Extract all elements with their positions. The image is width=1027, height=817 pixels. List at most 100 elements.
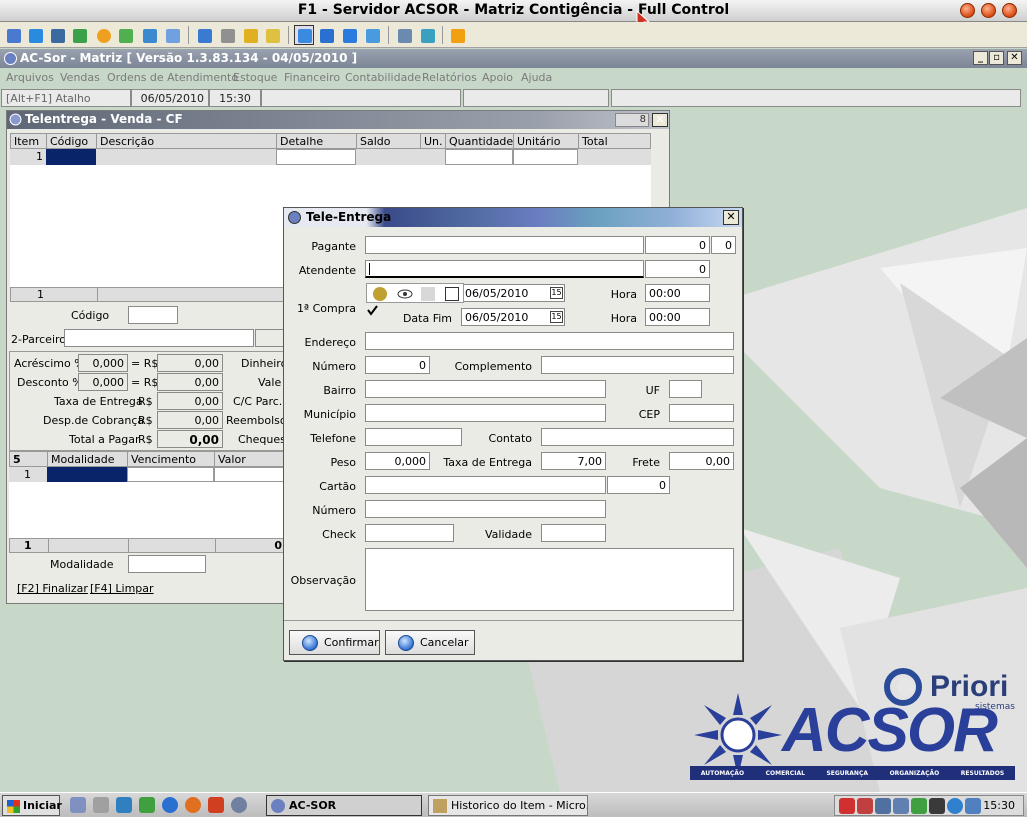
menu-financeiro[interactable]: Financeiro [284, 71, 340, 84]
peso-input[interactable]: 0,000 [365, 452, 430, 470]
close-icon[interactable] [1002, 3, 1017, 18]
modalidade-input[interactable] [128, 555, 206, 573]
data-inicio-calendar-icon[interactable]: 15 [550, 287, 563, 299]
acrescimo-value[interactable]: 0,00 [157, 354, 223, 372]
row-unitario-cell[interactable] [513, 149, 578, 165]
hora-fim-input[interactable]: 00:00 [645, 308, 710, 326]
municipio-input[interactable] [365, 404, 606, 422]
terminal-icon[interactable] [47, 25, 67, 45]
window-icon[interactable] [25, 25, 45, 45]
badge-icon[interactable] [373, 287, 387, 301]
taxa-entrega-input[interactable]: 7,00 [541, 452, 606, 470]
menu-relatorios[interactable]: Relatórios [422, 71, 477, 84]
scale-icon[interactable] [339, 25, 359, 45]
message-icon[interactable] [162, 25, 182, 45]
pagante-input[interactable] [365, 236, 644, 254]
task-historico[interactable]: Historico do Item - Micro... [428, 795, 588, 816]
desconto-pct[interactable]: 0,000 [78, 373, 128, 391]
parcela-modalidade-cell[interactable] [47, 467, 127, 482]
menu-vendas[interactable]: Vendas [60, 71, 100, 84]
tray-sync-icon[interactable] [947, 798, 963, 814]
app-restore-button[interactable]: ▫ [989, 51, 1004, 65]
uf-input[interactable] [669, 380, 702, 398]
quicklaunch-tools-icon[interactable] [93, 797, 109, 813]
windows-icon[interactable] [394, 25, 414, 45]
quicklaunch-app-icon[interactable] [116, 797, 132, 813]
maximize-icon[interactable] [981, 3, 996, 18]
endereco-input[interactable] [365, 332, 734, 350]
row-quantidade-cell[interactable] [445, 149, 513, 165]
menu-ajuda[interactable]: Ajuda [521, 71, 552, 84]
confirmar-button[interactable]: Confirmar [289, 630, 380, 655]
quicklaunch-acsor-icon[interactable] [70, 797, 86, 813]
fullscreen-icon[interactable] [316, 25, 336, 45]
network-icon[interactable] [217, 25, 237, 45]
tools-icon[interactable] [417, 25, 437, 45]
new-document-icon[interactable] [445, 287, 459, 301]
transfer-icon[interactable] [69, 25, 89, 45]
parcela-vencimento-cell[interactable] [127, 467, 214, 482]
cartao-input[interactable] [365, 476, 606, 494]
complemento-input[interactable] [541, 356, 734, 374]
lock-icon[interactable] [240, 25, 260, 45]
parcela-valor-cell[interactable] [214, 467, 285, 482]
frete-input[interactable]: 0,00 [669, 452, 734, 470]
row-codigo-cell[interactable] [46, 149, 96, 165]
zoom-icon[interactable] [362, 25, 382, 45]
cartao-code[interactable]: 0 [607, 476, 670, 494]
telentrega-close-button[interactable]: ✕ [652, 113, 668, 127]
atendente-input[interactable] [365, 260, 644, 278]
computer-icon[interactable] [3, 25, 23, 45]
menu-apoio[interactable]: Apoio [482, 71, 513, 84]
cartao-numero-input[interactable] [365, 500, 606, 518]
dialog-close-button[interactable]: ✕ [723, 210, 739, 225]
tray-tool-icon[interactable] [929, 798, 945, 814]
task-acsor[interactable]: AC-SOR [266, 795, 422, 816]
primeira-compra-checkbox[interactable] [366, 304, 379, 317]
menu-contabilidade[interactable]: Contabilidade [345, 71, 421, 84]
row-detalhe-cell[interactable] [276, 149, 356, 165]
pagante-code[interactable]: 0 [645, 236, 710, 254]
desconto-value[interactable]: 0,00 [157, 373, 223, 391]
minimize-icon[interactable] [960, 3, 975, 18]
disconnect-icon[interactable] [447, 25, 467, 45]
quicklaunch-misc-icon[interactable] [231, 797, 247, 813]
menu-ordens[interactable]: Ordens de Atendimento [107, 71, 238, 84]
observacao-textarea[interactable] [365, 548, 734, 611]
quicklaunch-network-icon[interactable] [139, 797, 155, 813]
quicklaunch-firefox-icon[interactable] [185, 797, 201, 813]
validade-input[interactable] [541, 524, 606, 542]
phone-icon[interactable] [139, 25, 159, 45]
menu-arquivos[interactable]: Arquivos [6, 71, 54, 84]
data-fim-calendar-icon[interactable]: 15 [550, 311, 563, 323]
tray-red-icon[interactable] [857, 798, 873, 814]
cep-input[interactable] [669, 404, 734, 422]
chat-icon[interactable] [115, 25, 135, 45]
bairro-input[interactable] [365, 380, 606, 398]
tray-acrobat-icon[interactable] [839, 798, 855, 814]
fit-screen-icon[interactable] [294, 25, 314, 45]
app-close-button[interactable]: ✕ [1007, 51, 1022, 65]
tray-green-icon[interactable] [911, 798, 927, 814]
telefone-input[interactable] [365, 428, 462, 446]
hora-inicio-input[interactable]: 00:00 [645, 284, 710, 302]
finalizar-link[interactable]: [F2] Finalizar [17, 582, 88, 595]
acrescimo-pct[interactable]: 0,000 [78, 354, 128, 372]
parceiro-input[interactable] [64, 329, 254, 347]
menu-estoque[interactable]: Estoque [233, 71, 277, 84]
check-input[interactable] [365, 524, 454, 542]
cancelar-button[interactable]: Cancelar [385, 630, 475, 655]
power-icon[interactable] [93, 25, 113, 45]
open-folder-icon[interactable] [421, 287, 435, 301]
tray-globe-icon[interactable] [965, 798, 981, 814]
tray-network-icon[interactable] [875, 798, 891, 814]
quicklaunch-media-icon[interactable] [208, 797, 224, 813]
codigo-input[interactable] [128, 306, 178, 324]
numero-input[interactable]: 0 [365, 356, 430, 374]
atendente-code[interactable]: 0 [645, 260, 710, 278]
start-button[interactable]: Iniciar [2, 795, 62, 816]
pagante-code2[interactable]: 0 [711, 236, 736, 254]
limpar-link[interactable]: [F4] Limpar [90, 582, 154, 595]
app-minimize-button[interactable]: _ [973, 51, 988, 65]
contato-input[interactable] [541, 428, 734, 446]
